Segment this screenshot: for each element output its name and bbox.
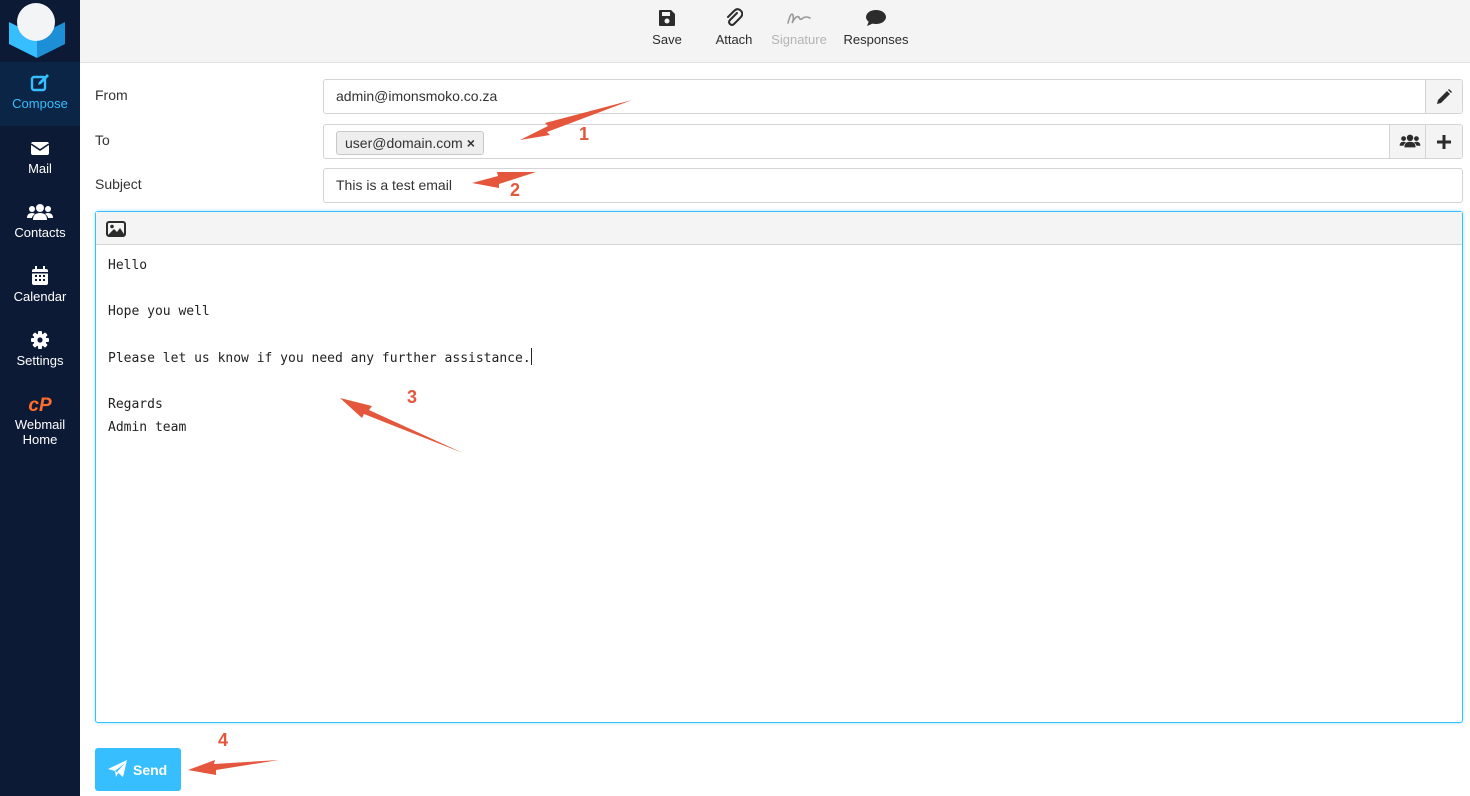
annotation-number-3: 3 xyxy=(407,387,418,407)
annotation-arrow-4 xyxy=(188,760,279,775)
annotation-arrow-1 xyxy=(520,100,632,140)
annotation-arrows xyxy=(188,100,632,775)
annotation-number-2: 2 xyxy=(510,180,521,200)
annotation-number-4: 4 xyxy=(218,730,229,750)
annotation-arrow-2 xyxy=(472,172,536,188)
annotation-arrow-3 xyxy=(340,398,463,453)
annotation-number-1: 1 xyxy=(579,124,590,144)
